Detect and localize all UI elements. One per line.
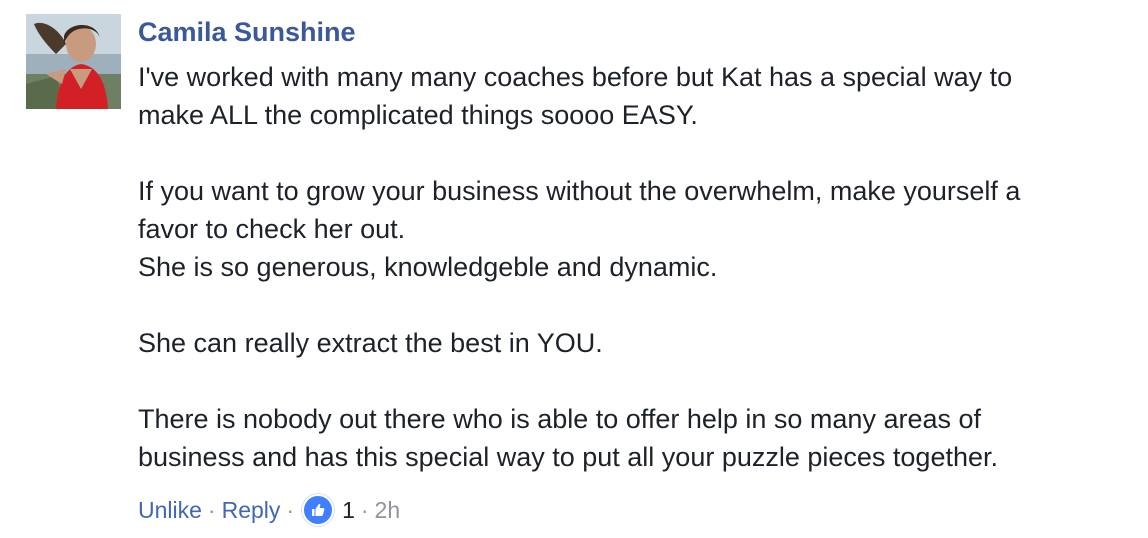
comment-paragraph: If you want to grow your business withou… [138,172,1128,286]
comment-actions: Unlike · Reply · 1 · 2h [138,492,400,528]
comment-line: I've worked with many many coaches befor… [138,62,1013,92]
like-count: 1 [342,496,355,523]
comment-line: favor to check her out. [138,214,406,244]
comment: Camila Sunshine I've worked with many ma… [0,0,1148,538]
comment-text: I've worked with many many coaches befor… [138,58,1128,476]
comment-body: Camila Sunshine I've worked with many ma… [138,14,1128,476]
profile-photo [26,14,121,109]
comment-line: make ALL the complicated things soooo EA… [138,100,698,130]
comment-line: If you want to grow your business withou… [138,176,1021,206]
comment-line: business and has this special way to put… [138,442,999,472]
comment-paragraph: I've worked with many many coaches befor… [138,58,1128,134]
separator: · [360,496,369,523]
comment-paragraph: She can really extract the best in YOU. [138,324,1128,362]
comment-paragraph: There is nobody out there who is able to… [138,400,1128,476]
author-name[interactable]: Camila Sunshine [138,14,356,50]
timestamp[interactable]: 2h [375,497,401,524]
unlike-button[interactable]: Unlike [138,497,202,524]
avatar[interactable] [26,14,121,109]
reaction-summary[interactable]: 1 [300,494,355,526]
thumbs-up-icon [302,494,335,526]
comment-line: There is nobody out there who is able to… [138,404,981,434]
reply-button[interactable]: Reply [222,497,281,524]
separator: · [207,496,216,523]
comment-line: She is so generous, knowledgeble and dyn… [138,252,718,282]
comment-line: She can really extract the best in YOU. [138,328,603,358]
separator: · [286,496,295,523]
